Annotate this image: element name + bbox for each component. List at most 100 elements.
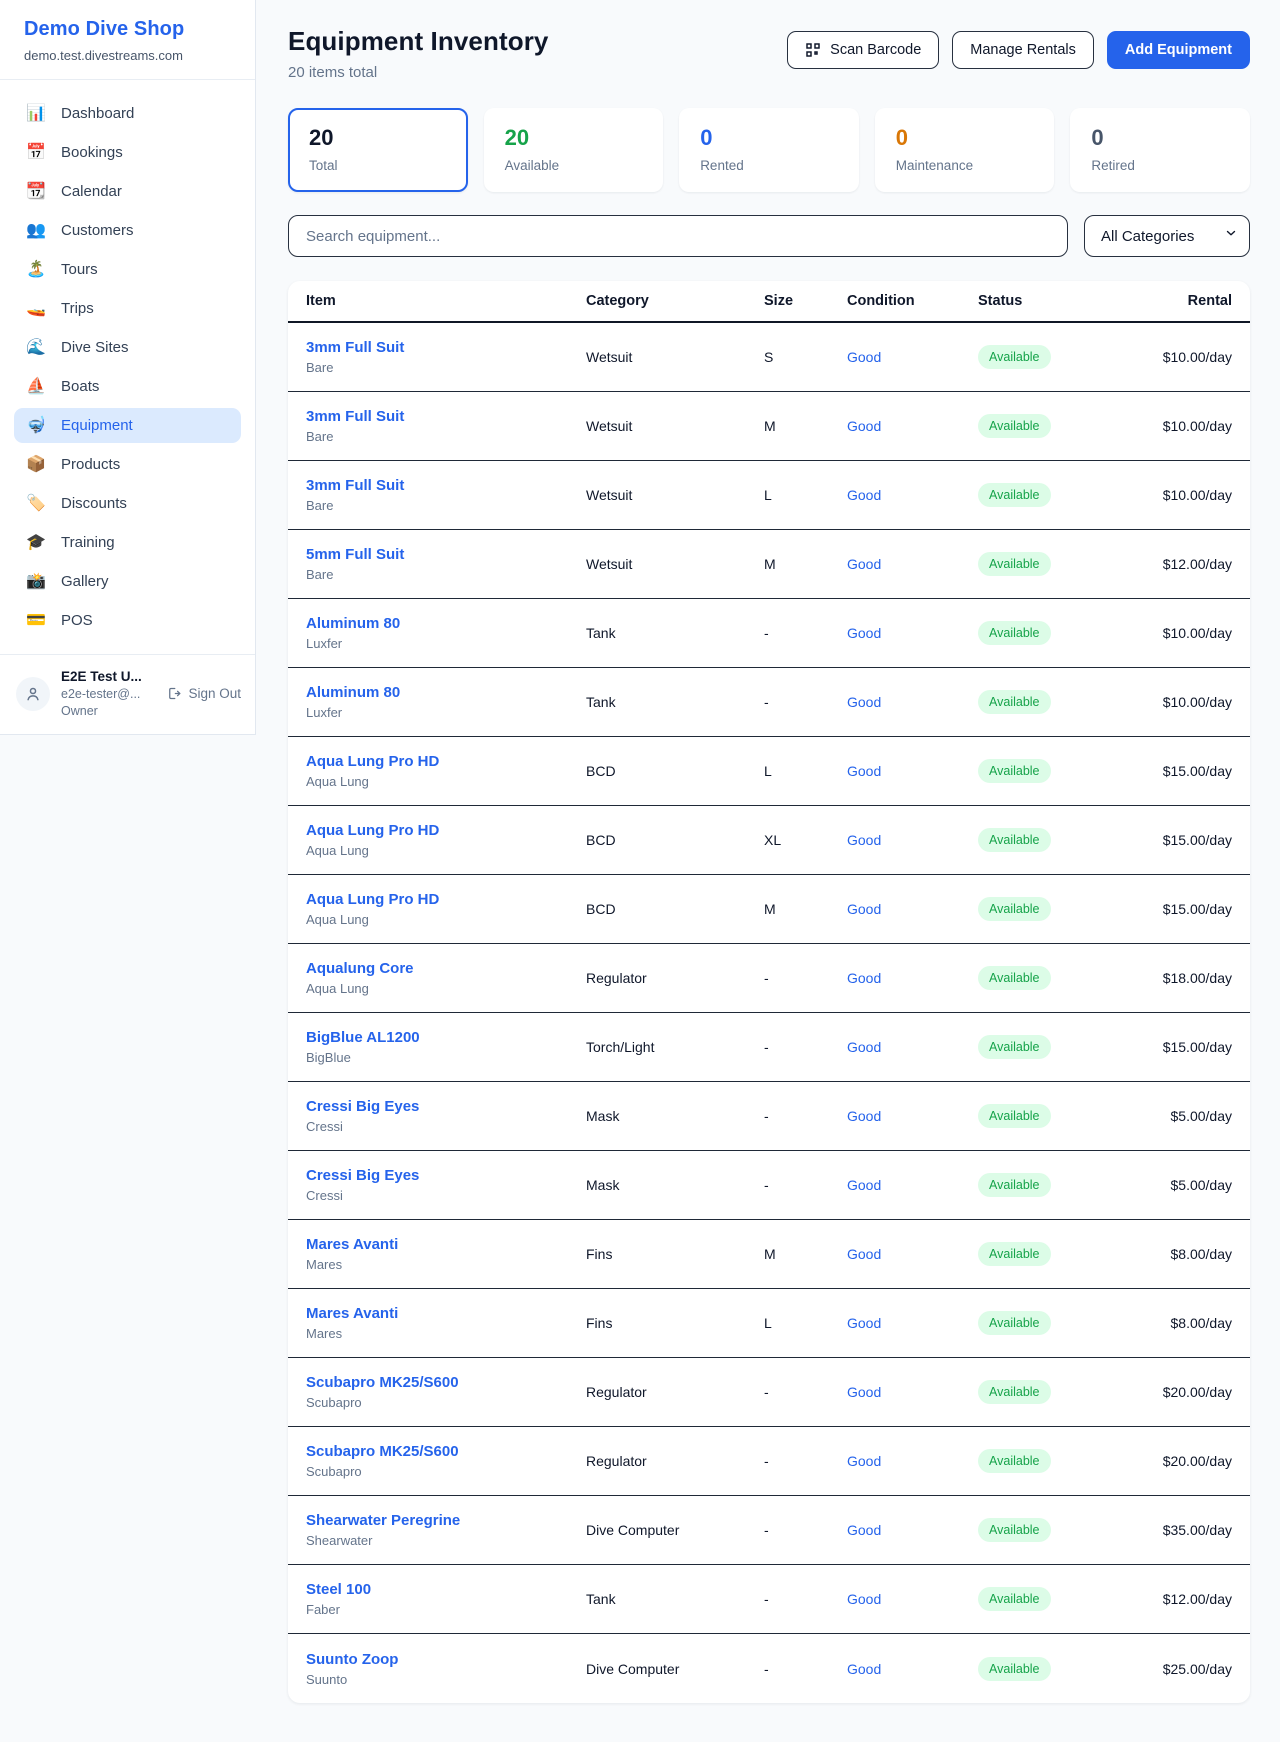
category-select[interactable]: All Categories (1084, 215, 1250, 257)
nav-item-label: Gallery (61, 573, 109, 590)
sidebar-item-pos[interactable]: 💳 POS (14, 603, 241, 638)
item-condition-link[interactable]: Good (847, 625, 978, 641)
scan-barcode-button[interactable]: Scan Barcode (787, 31, 939, 69)
item-name-link[interactable]: Suunto Zoop (306, 1651, 586, 1668)
manage-rentals-button[interactable]: Manage Rentals (952, 31, 1094, 69)
item-condition-link[interactable]: Good (847, 1246, 978, 1262)
stat-card-maintenance[interactable]: 0 Maintenance (875, 108, 1055, 192)
item-name-link[interactable]: 3mm Full Suit (306, 339, 586, 356)
stat-label: Maintenance (896, 158, 1034, 173)
stat-card-retired[interactable]: 0 Retired (1070, 108, 1250, 192)
sidebar-item-bookings[interactable]: 📅 Bookings (14, 135, 241, 170)
item-condition-link[interactable]: Good (847, 763, 978, 779)
item-size: - (764, 1384, 847, 1400)
sidebar-item-gallery[interactable]: 📸 Gallery (14, 564, 241, 599)
item-condition-link[interactable]: Good (847, 1384, 978, 1400)
item-name-link[interactable]: Scubapro MK25/S600 (306, 1374, 586, 1391)
table-row: Aqua Lung Pro HD Aqua Lung BCD L Good Av… (288, 737, 1250, 806)
table-row: BigBlue AL1200 BigBlue Torch/Light - Goo… (288, 1013, 1250, 1082)
sidebar-item-discounts[interactable]: 🏷️ Discounts (14, 486, 241, 521)
sidebar-item-dashboard[interactable]: 📊 Dashboard (14, 96, 241, 131)
add-equipment-button[interactable]: Add Equipment (1107, 31, 1250, 69)
item-name-link[interactable]: Aqua Lung Pro HD (306, 822, 586, 839)
item-condition-link[interactable]: Good (847, 349, 978, 365)
nav-item-label: Boats (61, 378, 99, 395)
sign-out-button[interactable]: Sign Out (166, 686, 241, 701)
stat-card-available[interactable]: 20 Available (484, 108, 664, 192)
item-size: L (764, 1315, 847, 1331)
nav-item-label: Trips (61, 300, 94, 317)
table-row: Mares Avanti Mares Fins L Good Available… (288, 1289, 1250, 1358)
sidebar-user-footer: E2E Test U... e2e-tester@... Owner Sign … (0, 654, 255, 734)
item-condition-link[interactable]: Good (847, 694, 978, 710)
item-condition-link[interactable]: Good (847, 418, 978, 434)
item-condition-link[interactable]: Good (847, 1108, 978, 1124)
item-name-link[interactable]: Aluminum 80 (306, 684, 586, 701)
item-brand: Bare (306, 498, 586, 513)
table-row: Mares Avanti Mares Fins M Good Available… (288, 1220, 1250, 1289)
item-size: - (764, 1591, 847, 1607)
item-condition-link[interactable]: Good (847, 1522, 978, 1538)
item-name-link[interactable]: BigBlue AL1200 (306, 1029, 586, 1046)
item-name-link[interactable]: Scubapro MK25/S600 (306, 1443, 586, 1460)
sidebar-item-training[interactable]: 🎓 Training (14, 525, 241, 560)
sidebar-item-tours[interactable]: 🏝️ Tours (14, 252, 241, 287)
item-name-link[interactable]: Mares Avanti (306, 1236, 586, 1253)
sidebar-item-equipment[interactable]: 🤿 Equipment (14, 408, 241, 443)
sidebar-item-customers[interactable]: 👥 Customers (14, 213, 241, 248)
sidebar-item-trips[interactable]: 🚤 Trips (14, 291, 241, 326)
search-input[interactable] (288, 215, 1068, 257)
stat-label: Total (309, 158, 447, 173)
item-condition-link[interactable]: Good (847, 1591, 978, 1607)
item-name-link[interactable]: Aqualung Core (306, 960, 586, 977)
status-badge: Available (978, 1380, 1051, 1404)
item-condition-link[interactable]: Good (847, 1315, 978, 1331)
item-condition-link[interactable]: Good (847, 901, 978, 917)
item-name-link[interactable]: 3mm Full Suit (306, 477, 586, 494)
filter-bar: All Categories (288, 215, 1250, 257)
item-condition-link[interactable]: Good (847, 832, 978, 848)
item-name-link[interactable]: 5mm Full Suit (306, 546, 586, 563)
item-size: - (764, 625, 847, 641)
item-name-link[interactable]: Aluminum 80 (306, 615, 586, 632)
shop-domain: demo.test.divestreams.com (24, 48, 231, 63)
item-name-link[interactable]: Mares Avanti (306, 1305, 586, 1322)
sidebar-item-dive-sites[interactable]: 🌊 Dive Sites (14, 330, 241, 365)
item-name-link[interactable]: 3mm Full Suit (306, 408, 586, 425)
item-condition-link[interactable]: Good (847, 1453, 978, 1469)
item-condition-link[interactable]: Good (847, 556, 978, 572)
stat-card-total[interactable]: 20 Total (288, 108, 468, 192)
item-name-link[interactable]: Steel 100 (306, 1581, 586, 1598)
stat-label: Rented (700, 158, 838, 173)
sidebar-item-products[interactable]: 📦 Products (14, 447, 241, 482)
item-condition-link[interactable]: Good (847, 1039, 978, 1055)
calendar-date-icon: 📅 (26, 145, 46, 161)
sidebar-item-boats[interactable]: ⛵ Boats (14, 369, 241, 404)
table-row: Cressi Big Eyes Cressi Mask - Good Avail… (288, 1082, 1250, 1151)
stat-card-rented[interactable]: 0 Rented (679, 108, 859, 192)
item-category: BCD (586, 901, 764, 917)
sign-out-label: Sign Out (188, 686, 241, 701)
item-category: Torch/Light (586, 1039, 764, 1055)
item-category: Dive Computer (586, 1522, 764, 1538)
table-row: Aqualung Core Aqua Lung Regulator - Good… (288, 944, 1250, 1013)
item-rental-rate: $8.00/day (1109, 1246, 1232, 1262)
item-condition-link[interactable]: Good (847, 1661, 978, 1677)
item-category: BCD (586, 763, 764, 779)
item-condition-link[interactable]: Good (847, 970, 978, 986)
item-size: - (764, 1039, 847, 1055)
item-condition-link[interactable]: Good (847, 487, 978, 503)
item-name-link[interactable]: Cressi Big Eyes (306, 1098, 586, 1115)
item-category: Wetsuit (586, 349, 764, 365)
nav-item-label: Calendar (61, 183, 122, 200)
item-brand: Shearwater (306, 1533, 586, 1548)
item-name-link[interactable]: Aqua Lung Pro HD (306, 753, 586, 770)
item-name-link[interactable]: Cressi Big Eyes (306, 1167, 586, 1184)
table-body: 3mm Full Suit Bare Wetsuit S Good Availa… (288, 323, 1250, 1703)
item-name-link[interactable]: Aqua Lung Pro HD (306, 891, 586, 908)
item-rental-rate: $15.00/day (1109, 763, 1232, 779)
item-name-link[interactable]: Shearwater Peregrine (306, 1512, 586, 1529)
item-condition-link[interactable]: Good (847, 1177, 978, 1193)
page-title: Equipment Inventory (288, 26, 548, 57)
sidebar-item-calendar[interactable]: 📆 Calendar (14, 174, 241, 209)
